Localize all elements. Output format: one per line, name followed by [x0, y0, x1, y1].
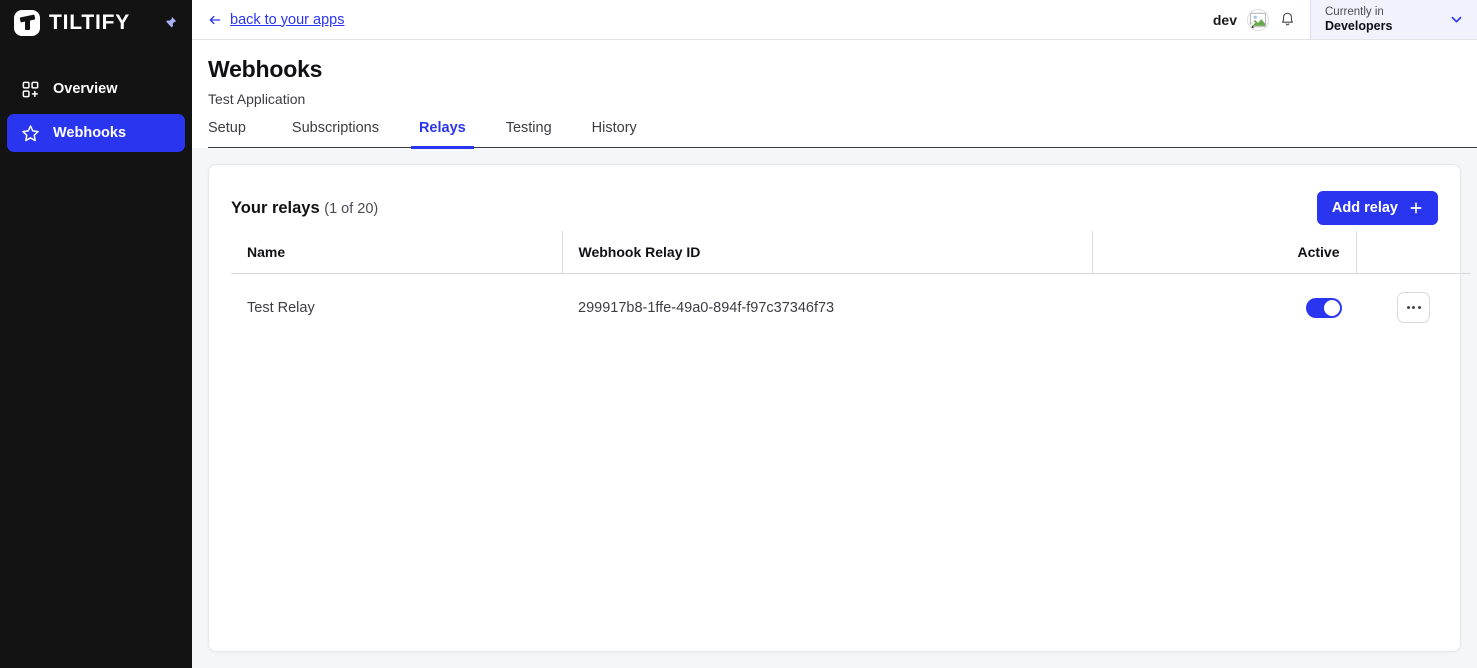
add-relay-label: Add relay — [1331, 200, 1398, 216]
sidebar: TILTIFY Overview Webhooks — [0, 0, 192, 668]
topbar-right: dev — [1213, 0, 1310, 39]
tab-setup[interactable]: Setup — [208, 120, 272, 147]
plus-icon — [1410, 202, 1422, 214]
sidebar-item-label: Overview — [53, 81, 118, 97]
org-switcher-text: Currently in Developers — [1325, 5, 1392, 34]
cell-relay-name: Test Relay — [247, 299, 315, 316]
broken-image-avatar-icon — [1249, 12, 1267, 28]
add-relay-button[interactable]: Add relay — [1316, 191, 1438, 225]
kebab-menu-icon — [1412, 306, 1415, 309]
relay-active-toggle[interactable] — [1306, 297, 1342, 318]
relays-table-head: Name Webhook Relay ID Active — [231, 231, 1471, 274]
relays-card-title: Your relays (1 of 20) — [231, 199, 378, 218]
toggle-knob — [1324, 299, 1340, 316]
sidebar-nav: Overview Webhooks — [0, 70, 192, 158]
cell-relay-active — [1092, 274, 1356, 342]
kebab-menu-icon — [1417, 306, 1421, 309]
pin-icon[interactable] — [162, 15, 178, 31]
tiltify-logo-icon — [14, 10, 40, 36]
column-header-name: Name — [231, 231, 562, 274]
relays-table-body: Test Relay 299917b8-1ffe-49a0-894f-f97c3… — [231, 274, 1471, 342]
app-root: TILTIFY Overview Webhooks back to your a… — [0, 0, 1477, 668]
column-header-active: Active — [1091, 231, 1356, 274]
table-row: Test Relay 299917b8-1ffe-49a0-894f-f97c3… — [231, 274, 1471, 342]
topbar: back to your apps dev Currently in Devel… — [192, 0, 1477, 40]
tab-subscriptions[interactable]: Subscriptions — [272, 120, 399, 147]
column-header-actions — [1355, 231, 1471, 274]
table-header-row: Name Webhook Relay ID Active — [231, 231, 1471, 274]
sidebar-item-label: Webhooks — [53, 125, 127, 141]
topbar-left: back to your apps — [192, 0, 1213, 39]
sidebar-brand: TILTIFY — [0, 0, 192, 46]
page-title: Webhooks — [208, 56, 323, 82]
relays-card: Your relays (1 of 20) Add relay Name Web… — [208, 164, 1471, 652]
notification-bell-icon[interactable] — [1279, 10, 1296, 29]
tab-bar: Setup Subscriptions Relays Testing Histo… — [208, 120, 1477, 149]
relays-count: (1 of 20) — [324, 200, 379, 217]
tab-testing[interactable]: Testing — [486, 120, 572, 147]
relay-row-menu-button[interactable] — [1397, 292, 1430, 323]
tab-relays[interactable]: Relays — [399, 120, 486, 149]
sidebar-item-overview[interactable]: Overview — [7, 70, 185, 108]
user-name: dev — [1212, 11, 1237, 28]
cell-relay-actions — [1356, 274, 1471, 342]
arrow-left-icon[interactable] — [208, 13, 222, 27]
org-switcher[interactable]: Currently in Developers — [1310, 0, 1477, 39]
star-icon — [22, 124, 39, 141]
sidebar-item-webhooks[interactable]: Webhooks — [7, 114, 185, 152]
relays-table: Name Webhook Relay ID Active Test Relay … — [231, 231, 1471, 341]
page-subtitle: Test Application — [208, 91, 306, 107]
org-switcher-value: Developers — [1325, 19, 1393, 33]
back-to-your-apps-link[interactable]: back to your apps — [230, 12, 344, 28]
chevron-down-icon — [1451, 16, 1462, 23]
avatar[interactable] — [1247, 8, 1269, 31]
tab-history[interactable]: History — [572, 120, 657, 147]
cell-relay-id: 299917b8-1ffe-49a0-894f-f97c37346f73 — [578, 299, 835, 316]
page-header: Webhooks Test Application Setup Subscrip… — [192, 40, 1477, 149]
kebab-menu-icon — [1406, 306, 1410, 309]
org-switcher-label: Currently in — [1325, 6, 1384, 18]
dashboard-grid-add-icon — [22, 81, 39, 97]
brand-name: TILTIFY — [49, 11, 131, 34]
main-region: back to your apps dev Currently in Devel… — [192, 0, 1477, 668]
relays-title-text: Your relays — [231, 198, 320, 217]
relays-card-header: Your relays (1 of 20) Add relay — [231, 179, 1438, 231]
content-area: Your relays (1 of 20) Add relay Name Web… — [192, 148, 1477, 668]
column-header-relay-id: Webhook Relay ID — [561, 231, 1092, 274]
